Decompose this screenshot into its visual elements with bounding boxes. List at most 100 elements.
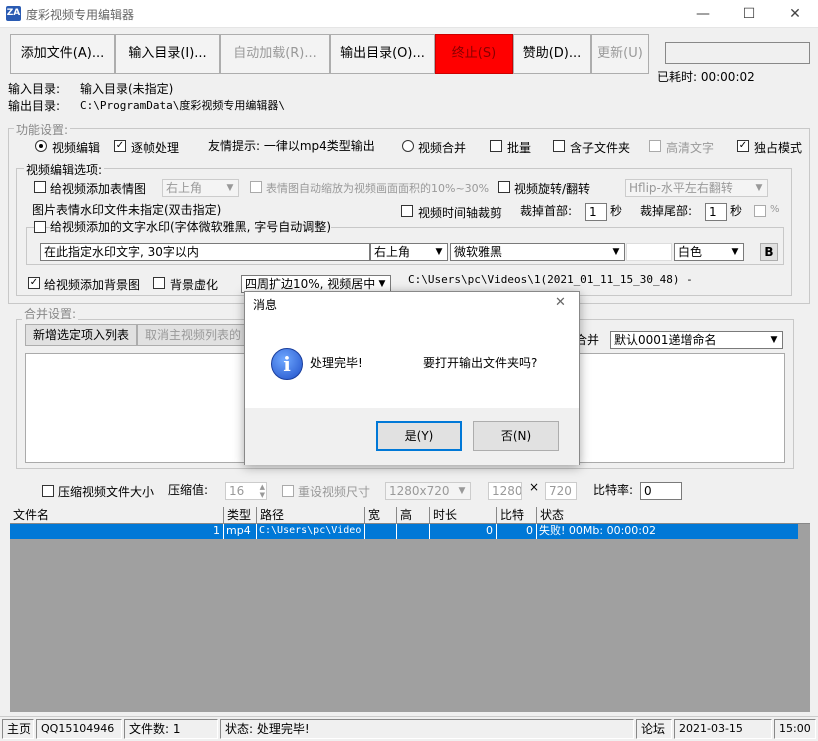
size-select[interactable]: 1280x720▼ <box>385 482 471 500</box>
reset-size-label: 重设视频尺寸 <box>298 483 370 500</box>
cell-bitrate: 0 <box>497 524 537 539</box>
dialog-question: 要打开输出文件夹吗? <box>423 354 537 371</box>
font-select[interactable]: 微软雅黑▼ <box>450 243 625 261</box>
info-icon: i <box>271 348 303 380</box>
col-status[interactable]: 状态 <box>537 507 677 524</box>
output-dir-value: C:\ProgramData\度彩视频专用编辑器\ <box>80 97 285 113</box>
ratio-label: 压缩值: <box>168 481 208 498</box>
add-selected-button[interactable]: 新增选定项入列表 <box>25 324 137 346</box>
file-grid[interactable]: 文件名 类型 路径 宽 高 时长 比特 状态 1 mp4 C:\Users\pc… <box>10 507 810 712</box>
no-button[interactable]: 否(N) <box>473 421 559 451</box>
crop-tail-input[interactable]: 1 <box>705 203 727 221</box>
crop-tail-unit: 秒 <box>730 202 742 219</box>
color-swatch[interactable] <box>626 243 672 261</box>
crop-head-unit: 秒 <box>610 202 622 219</box>
chevron-down-icon: ▼ <box>454 483 470 499</box>
crop-tail-label: 裁掉尾部: <box>640 202 692 219</box>
height-input[interactable]: 720 <box>545 482 577 500</box>
watermark-file-label[interactable]: 图片表情水印文件未指定(双击指定) <box>32 201 221 218</box>
maximize-button[interactable]: ☐ <box>726 0 772 28</box>
col-path[interactable]: 路径 <box>257 507 365 524</box>
chevron-down-icon: ▼ <box>222 180 238 196</box>
video-merge-radio[interactable] <box>402 140 414 152</box>
qq-label: QQ15104946 <box>36 719 122 739</box>
cell-type: mp4 <box>224 524 257 539</box>
donate-button[interactable]: 赞助(D)... <box>513 34 591 74</box>
home-link[interactable]: 主页 <box>2 719 34 739</box>
bitrate-input[interactable]: 0 <box>640 482 682 500</box>
flip-option-select[interactable]: Hflip-水平左右翻转▼ <box>625 179 768 197</box>
cell-path: C:\Users\pc\Video <box>257 524 365 539</box>
col-width[interactable]: 宽 <box>365 507 397 524</box>
title-bar: ZA 度彩视频专用编辑器 — ☐ ✕ <box>0 0 818 28</box>
text-color-select[interactable]: 白色▼ <box>674 243 744 261</box>
cell-duration: 0 <box>430 524 497 539</box>
chevron-down-icon: ▼ <box>727 244 743 260</box>
add-bg-checkbox[interactable]: ✓ <box>28 277 40 289</box>
timeline-crop-checkbox[interactable] <box>401 205 413 217</box>
frame-process-checkbox[interactable]: ✓ <box>114 140 126 152</box>
dialog-message: 处理完毕! <box>310 354 363 371</box>
percent-checkbox[interactable] <box>754 205 766 217</box>
stop-button[interactable]: 终止(S) <box>435 34 513 74</box>
minimize-button[interactable]: — <box>680 0 726 28</box>
col-height[interactable]: 高 <box>397 507 430 524</box>
emoji-position-select[interactable]: 右上角▼ <box>162 179 239 197</box>
elapsed-time: 已耗时: 00:00:02 <box>657 68 755 85</box>
bitrate-label: 比特率: <box>593 481 633 498</box>
output-dir-label: 输出目录: <box>8 97 60 114</box>
watermark-text-input[interactable]: 在此指定水印文字, 30字以内 <box>40 243 370 261</box>
col-duration[interactable]: 时长 <box>430 507 497 524</box>
rotate-flip-checkbox[interactable] <box>498 181 510 193</box>
percent-label: % <box>770 204 780 215</box>
emoji-autoscale-checkbox[interactable] <box>250 181 262 193</box>
subfolders-checkbox[interactable] <box>553 140 565 152</box>
timeline-crop-label: 视频时间轴裁剪 <box>418 204 502 221</box>
add-emoji-label: 给视频添加表情图 <box>50 180 146 197</box>
table-row[interactable]: 1 mp4 C:\Users\pc\Video 0 0 失败! 00Mb: 00… <box>10 524 798 539</box>
batch-checkbox[interactable] <box>490 140 502 152</box>
exclusive-label: 独占模式 <box>754 139 802 156</box>
bg-blur-checkbox[interactable] <box>153 277 165 289</box>
bg-blur-label: 背景虚化 <box>170 276 218 293</box>
add-file-button[interactable]: 添加文件(A)... <box>10 34 115 74</box>
emoji-autoscale-label: 表情图自动缩放为视频画面面积的10%~30% <box>266 180 489 196</box>
chevron-down-icon: ▼ <box>374 276 390 292</box>
forum-link[interactable]: 论坛 <box>636 719 672 739</box>
video-edit-radio[interactable] <box>35 140 47 152</box>
close-button[interactable]: ✕ <box>772 0 818 28</box>
col-type[interactable]: 类型 <box>224 507 257 524</box>
compress-checkbox[interactable] <box>42 485 54 497</box>
remove-main-button[interactable]: 取消主视频列表的 <box>137 324 249 346</box>
status-text: 状态: 处理完毕! <box>220 719 634 739</box>
col-filename[interactable]: 文件名 <box>10 507 224 524</box>
add-emoji-checkbox[interactable] <box>34 181 46 193</box>
compress-label: 压缩视频文件大小 <box>58 483 154 500</box>
subfolders-label: 含子文件夹 <box>570 139 630 156</box>
bold-button[interactable]: B <box>760 243 778 261</box>
text-watermark-checkbox[interactable] <box>34 221 46 233</box>
video-edit-label: 视频编辑 <box>52 139 100 156</box>
output-dir-button[interactable]: 输出目录(O)... <box>330 34 435 74</box>
cell-num: 1 <box>10 524 224 539</box>
exclusive-checkbox[interactable]: ✓ <box>737 140 749 152</box>
yes-button[interactable]: 是(Y) <box>376 421 462 451</box>
auto-load-button[interactable]: 自动加载(R)... <box>220 34 330 74</box>
reset-size-checkbox[interactable] <box>282 485 294 497</box>
times-label: × <box>529 480 539 494</box>
edit-options-legend: 视频编辑选项: <box>24 161 104 178</box>
batch-label: 批量 <box>507 139 531 156</box>
width-input[interactable]: 1280 <box>488 482 522 500</box>
naming-select[interactable]: 默认0001递增命名▼ <box>610 331 783 349</box>
hd-text-checkbox[interactable] <box>649 140 661 152</box>
update-button[interactable]: 更新(U) <box>591 34 649 74</box>
text-watermark-label: 给视频添加的文字水印(字体微软雅黑, 字号自动调整) <box>50 218 331 235</box>
crop-head-input[interactable]: 1 <box>585 203 607 221</box>
col-bitrate[interactable]: 比特 <box>497 507 537 524</box>
rotate-flip-label: 视频旋转/翻转 <box>514 180 590 197</box>
input-dir-value: 输入目录(未指定) <box>80 80 173 97</box>
input-dir-button[interactable]: 输入目录(I)... <box>115 34 220 74</box>
close-icon[interactable]: ✕ <box>555 295 566 310</box>
text-position-select[interactable]: 右上角▼ <box>370 243 448 261</box>
ratio-stepper[interactable]: 16▲▼ <box>225 482 267 500</box>
